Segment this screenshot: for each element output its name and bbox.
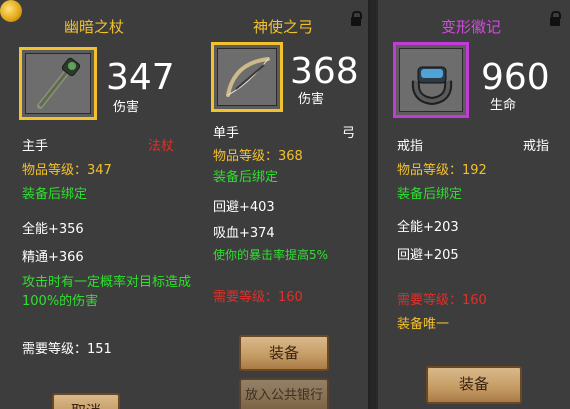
- put-in-bank-button[interactable]: 放入公共银行: [239, 378, 329, 409]
- ring-type: 戒指: [523, 139, 550, 154]
- staff-damage-label: 伤害: [113, 100, 140, 115]
- staff-stat-2: 精通+366: [22, 250, 84, 265]
- ring-required-level: 需要等级：160: [397, 293, 487, 308]
- staff-slot: 主手: [22, 139, 49, 154]
- staff-bind: 装备后绑定: [22, 187, 88, 202]
- lock-icon[interactable]: [550, 11, 561, 26]
- bow-slot: 单手: [213, 126, 240, 141]
- bow-stat-1: 回避+403: [213, 200, 275, 215]
- bow-stat-2: 吸血+374: [213, 226, 275, 241]
- bow-damage-value: 368: [290, 51, 359, 92]
- bow-type: 弓: [342, 126, 356, 141]
- ring-stat-1: 全能+203: [397, 220, 459, 235]
- bow-icon-frame[interactable]: [211, 42, 283, 112]
- bow-effect: 使你的暴击率提高5%: [213, 248, 329, 262]
- item-compare-panel: 幽暗之杖 347 伤害 主手 法杖 物品等级：347 装备后绑定 全能+356 …: [0, 0, 370, 409]
- ring-health-value: 960: [481, 57, 550, 98]
- ring-item-card: 变形徽记 960 生命 戒指 戒指 物品等级：192 装备后绑定 全能+203 …: [376, 0, 570, 409]
- bow-name: 神使之弓: [253, 18, 314, 36]
- ring-slot: 戒指: [397, 139, 424, 154]
- staff-name: 幽暗之杖: [64, 18, 125, 36]
- staff-type: 法杖: [148, 139, 175, 154]
- staff-item-level: 物品等级：347: [22, 163, 112, 178]
- coin-icon: [0, 0, 22, 22]
- ring-icon-frame[interactable]: [393, 42, 469, 118]
- bow-icon: [226, 57, 270, 97]
- bow-required-level: 需要等级：160: [213, 290, 303, 305]
- bow-damage-label: 伤害: [298, 92, 325, 107]
- ring-unique: 装备唯一: [397, 317, 450, 332]
- staff-required-level: 需要等级：151: [22, 342, 112, 357]
- staff-damage-value: 347: [106, 57, 175, 98]
- ring-health-label: 生命: [490, 98, 517, 113]
- staff-icon-frame[interactable]: [19, 47, 97, 120]
- ring-bind: 装备后绑定: [397, 187, 463, 202]
- staff-icon: [37, 57, 81, 109]
- bow-item-level: 物品等级：368: [213, 149, 303, 164]
- equip-ring-button[interactable]: 装备: [426, 366, 522, 404]
- ring-item-level: 物品等级：192: [397, 163, 487, 178]
- staff-stat-1: 全能+356: [22, 222, 84, 237]
- ring-name: 变形徽记: [441, 18, 502, 36]
- staff-effect: 攻击时有一定概率对目标造成100%的伤害: [22, 275, 192, 309]
- lock-icon[interactable]: [351, 11, 362, 26]
- ring-icon: [411, 66, 453, 106]
- bow-bind: 装备后绑定: [213, 170, 279, 185]
- cancel-button[interactable]: 取消: [52, 393, 120, 409]
- ring-stat-2: 回避+205: [397, 248, 459, 263]
- equip-button[interactable]: 装备: [239, 335, 329, 371]
